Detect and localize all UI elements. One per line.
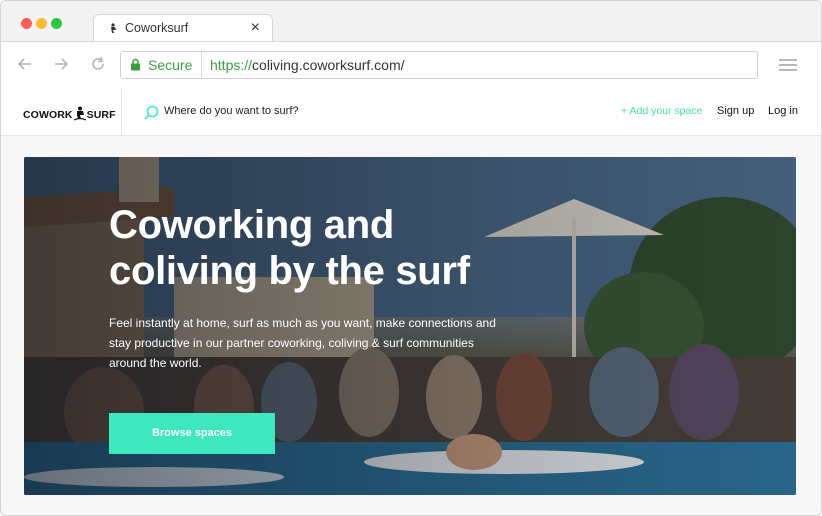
secure-label: Secure [148, 57, 193, 73]
close-window-button[interactable] [21, 18, 32, 29]
address-bar[interactable]: Secure https://coliving.coworksurf.com/ [120, 51, 758, 79]
maximize-window-button[interactable] [51, 18, 62, 29]
minimize-window-button[interactable] [36, 18, 47, 29]
search-input[interactable]: Where do you want to surf? [164, 105, 299, 117]
address-divider [201, 52, 202, 78]
log-in-link[interactable]: Log in [768, 105, 798, 117]
browser-menu-icon[interactable] [779, 59, 797, 71]
surfer-favicon-icon [111, 23, 116, 33]
add-your-space-link[interactable]: + Add your space [621, 105, 702, 117]
tab-title: Coworksurf [125, 21, 189, 35]
reload-icon[interactable] [88, 54, 108, 74]
url-host: coliving.coworksurf.com/ [252, 57, 405, 73]
logo-text-left: COWORK [23, 109, 73, 121]
url-scheme: https:// [210, 57, 253, 73]
lock-icon [131, 58, 140, 71]
header-divider [121, 89, 122, 135]
close-tab-icon[interactable]: × [251, 19, 260, 37]
browser-tab[interactable]: Coworksurf × [93, 14, 273, 43]
browser-window: Coworksurf × Secure https://coliving.cow… [0, 0, 822, 516]
browser-toolbar: Secure https://coliving.coworksurf.com/ [1, 41, 821, 90]
search-icon[interactable] [144, 105, 159, 120]
browser-titlebar: Coworksurf × [1, 1, 821, 43]
website-viewport: COWORK SURF Where do you want to surf? +… [1, 89, 821, 515]
hero-banner: Coworking and coliving by the surf Feel … [24, 157, 796, 495]
surfer-logo-icon [73, 106, 86, 121]
hero-title-line-2: coliving by the surf [109, 249, 470, 293]
hero-title-line-1: Coworking and [109, 203, 394, 247]
back-arrow-icon[interactable] [15, 54, 35, 74]
site-header: COWORK SURF Where do you want to surf? +… [1, 89, 821, 136]
logo-text-right: SURF [86, 109, 116, 121]
hero-title: Coworking and coliving by the surf [109, 202, 559, 294]
hero-subtitle: Feel instantly at home, surf as much as … [109, 316, 496, 370]
coworksurf-logo[interactable]: COWORK SURF [23, 106, 116, 122]
forward-arrow-icon[interactable] [51, 54, 71, 74]
browse-spaces-button[interactable]: Browse spaces [109, 413, 275, 454]
sign-up-link[interactable]: Sign up [717, 105, 754, 117]
url-text[interactable]: https://coliving.coworksurf.com/ [210, 57, 405, 73]
